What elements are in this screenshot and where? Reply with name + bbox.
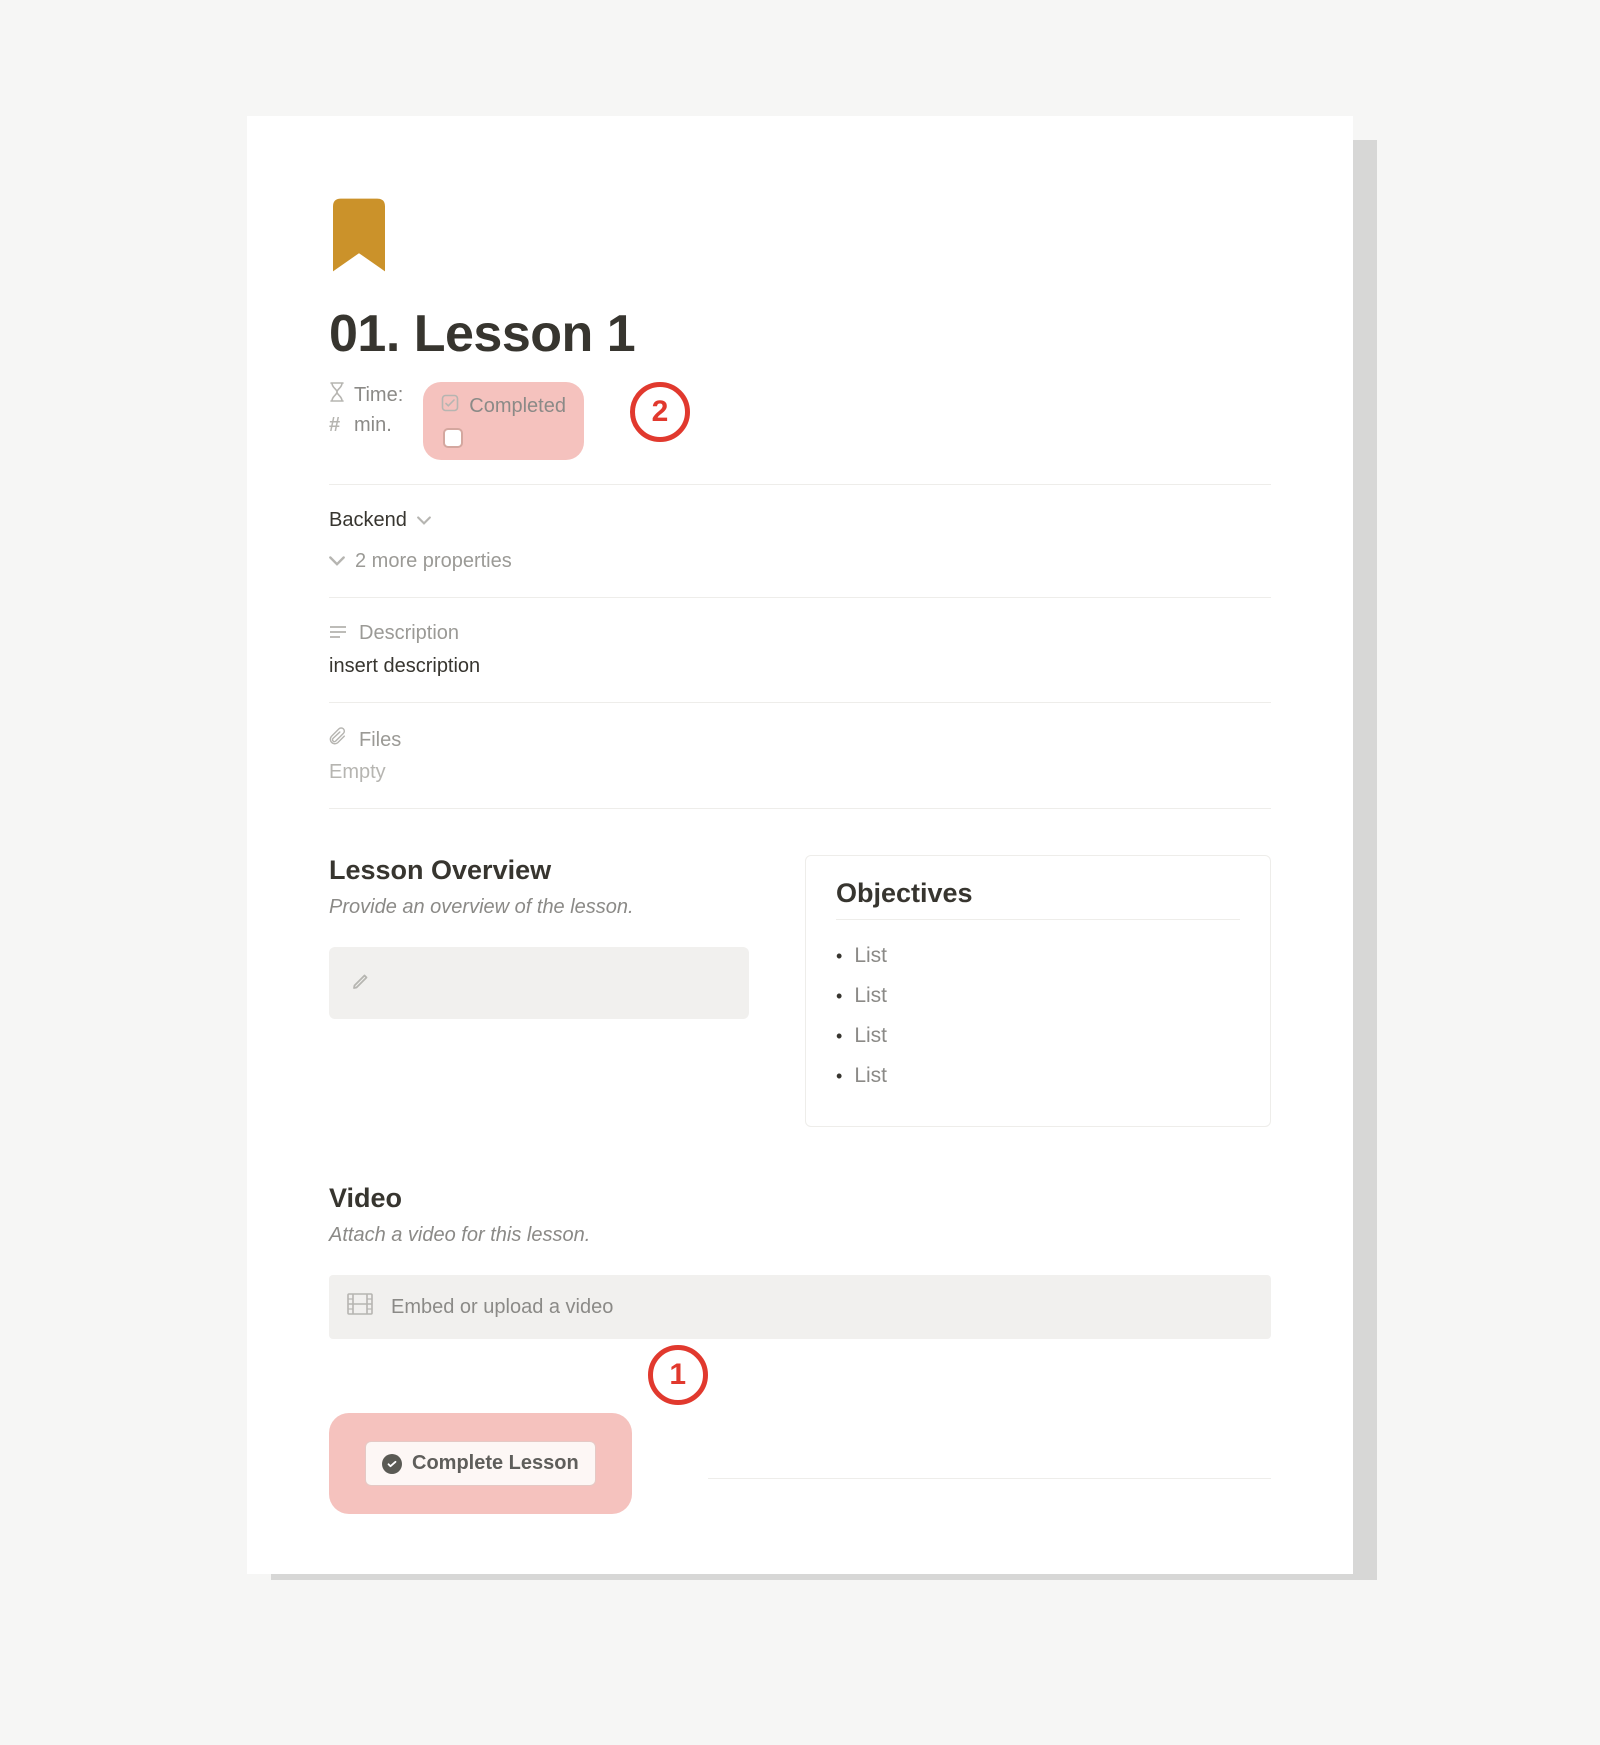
list-item-text: List	[854, 1064, 887, 1088]
list-item-text: List	[854, 1024, 887, 1048]
time-property[interactable]: Time: # min.	[329, 382, 403, 437]
annotation-number-1: 1	[669, 1358, 686, 1392]
divider	[329, 702, 1271, 703]
list-item[interactable]: List	[836, 936, 1240, 976]
hourglass-icon	[329, 382, 346, 408]
description-property[interactable]: Description	[329, 622, 1271, 645]
objectives-heading: Objectives	[836, 878, 1240, 909]
video-placeholder-text: Embed or upload a video	[391, 1296, 613, 1319]
page-title: 01. Lesson 1	[329, 304, 1271, 364]
chevron-down-icon	[329, 550, 345, 573]
more-properties-text: 2 more properties	[355, 550, 512, 573]
lesson-overview-subtitle: Provide an overview of the lesson.	[329, 896, 749, 919]
properties-row: Time: # min. Completed 2	[329, 382, 1271, 460]
film-icon	[347, 1293, 373, 1321]
completed-checkbox[interactable]	[443, 428, 463, 448]
list-item[interactable]: List	[836, 1016, 1240, 1056]
video-heading: Video	[329, 1183, 1271, 1214]
time-label: Time:	[354, 384, 403, 407]
divider	[708, 1478, 1271, 1479]
list-item[interactable]: List	[836, 976, 1240, 1016]
objectives-callout: Objectives List List List List	[805, 855, 1271, 1127]
list-item-text: List	[854, 984, 887, 1008]
objectives-list: List List List List	[836, 936, 1240, 1096]
chevron-down-icon	[417, 509, 431, 532]
hash-icon: #	[329, 414, 346, 437]
lesson-overview-column: Lesson Overview Provide an overview of t…	[329, 855, 749, 1127]
pencil-icon	[351, 971, 371, 996]
overview-quote-block[interactable]	[329, 947, 749, 1019]
complete-lesson-button[interactable]: Complete Lesson	[365, 1441, 596, 1486]
text-icon	[329, 622, 349, 645]
backend-relation[interactable]: Backend	[329, 509, 1271, 532]
completed-label: Completed	[469, 395, 566, 418]
divider	[329, 484, 1271, 485]
divider	[836, 919, 1240, 920]
annotation-badge-2: 2	[630, 382, 690, 442]
files-label: Files	[359, 729, 401, 752]
paperclip-icon	[329, 727, 349, 753]
page: 01. Lesson 1 Time: # min.	[247, 116, 1353, 1574]
description-label: Description	[359, 622, 459, 645]
checkbox-done-icon	[441, 394, 459, 418]
completed-property[interactable]: Completed	[441, 394, 566, 418]
description-text[interactable]: insert description	[329, 655, 1271, 678]
divider	[329, 808, 1271, 809]
check-circle-icon	[382, 1454, 402, 1474]
divider	[329, 597, 1271, 598]
bookmark-icon	[333, 198, 389, 278]
complete-lesson-highlight: Complete Lesson	[329, 1413, 632, 1514]
video-section: Video Attach a video for this lesson. Em…	[329, 1183, 1271, 1339]
min-label: min.	[354, 414, 392, 437]
video-subtitle: Attach a video for this lesson.	[329, 1224, 1271, 1247]
list-item-text: List	[854, 944, 887, 968]
backend-label: Backend	[329, 509, 407, 532]
video-embed-block[interactable]: Embed or upload a video	[329, 1275, 1271, 1339]
files-property[interactable]: Files	[329, 727, 1271, 753]
more-properties-toggle[interactable]: 2 more properties	[329, 550, 1271, 573]
annotation-badge-1: 1	[648, 1345, 708, 1405]
annotation-number-2: 2	[652, 395, 669, 429]
files-empty[interactable]: Empty	[329, 761, 1271, 784]
lesson-overview-heading: Lesson Overview	[329, 855, 749, 886]
list-item[interactable]: List	[836, 1056, 1240, 1096]
completed-highlight: Completed	[423, 382, 584, 460]
complete-lesson-label: Complete Lesson	[412, 1452, 579, 1475]
